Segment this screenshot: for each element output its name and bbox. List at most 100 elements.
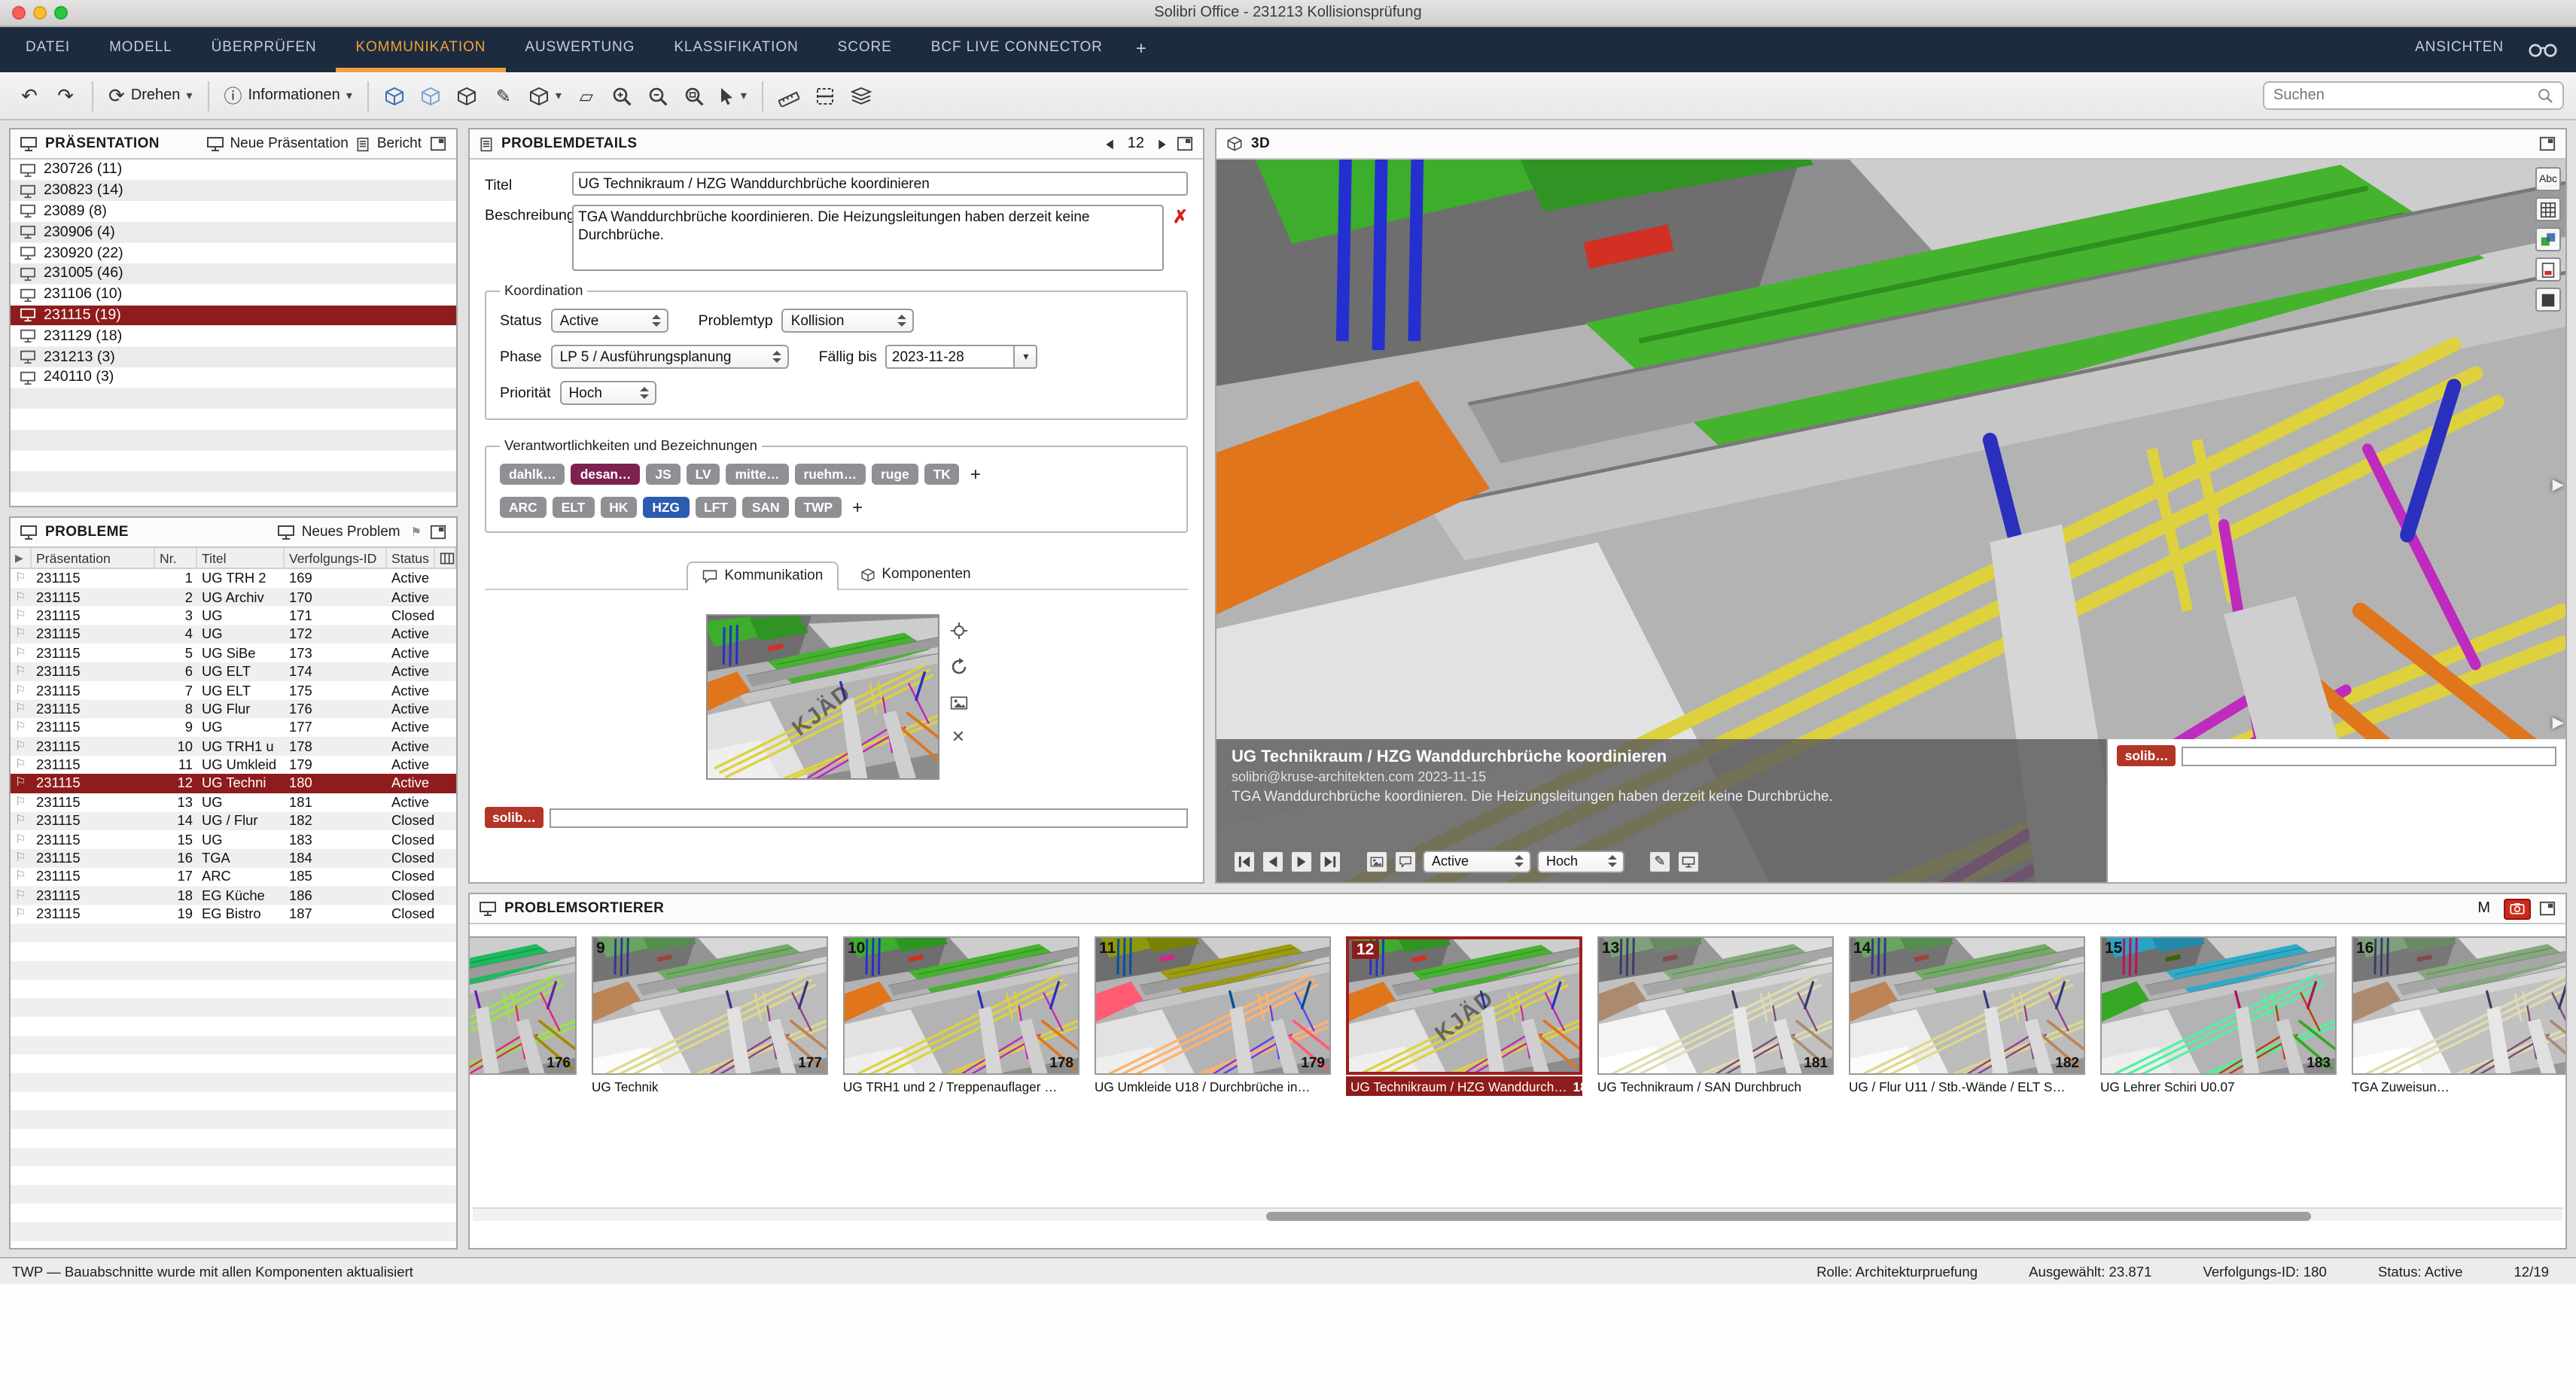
problem-row[interactable]: ⚐ 231115 15 UG 183 Closed [11, 830, 456, 849]
markup-button[interactable] [2535, 288, 2561, 312]
dimension-text-button[interactable]: Abc [2535, 167, 2561, 191]
beschreibung-textarea[interactable] [572, 205, 1164, 271]
scrollbar-thumb[interactable] [1267, 1211, 2312, 1220]
panel-menu-icon[interactable] [429, 135, 447, 152]
problem-card[interactable]: 13 181 UG Technikraum / SAN Durchbruch 1… [1597, 936, 1834, 1096]
edit-button[interactable]: ✎ [1649, 850, 1671, 872]
new-presentation-button[interactable]: Neue Präsentation [206, 135, 348, 152]
panel-menu-icon[interactable] [2538, 135, 2556, 152]
responsibility-tag[interactable]: dahlk… [500, 464, 565, 485]
problem-row[interactable]: ⚐ 231115 10 UG TRH1 u 178 Active [11, 737, 456, 756]
next-problem-button[interactable] [1290, 850, 1313, 872]
previous-problem-button[interactable] [1262, 850, 1284, 872]
due-date-dropdown-button[interactable]: ▾ [1015, 345, 1038, 369]
collapse-right-arrow[interactable]: ▶ [2553, 477, 2564, 494]
overlay-status-select[interactable]: Active [1423, 850, 1531, 872]
zoom-in-button[interactable] [605, 78, 640, 114]
discipline-tag[interactable]: ELT [553, 497, 595, 518]
problem-row[interactable]: ⚐ 231115 19 EG Bistro 187 Closed [11, 905, 456, 924]
problem-card[interactable]: 16 TGA Zuweisun… [2352, 936, 2565, 1096]
slide-button[interactable] [1366, 850, 1388, 872]
discipline-tag[interactable]: ARC [500, 497, 547, 518]
menu-item[interactable]: DATEI [6, 27, 90, 72]
flag-filter-button[interactable]: ⚑ [408, 526, 422, 538]
zoom-out-button[interactable] [641, 78, 676, 114]
comment-input[interactable] [550, 808, 1188, 827]
menu-item[interactable]: BCF LIVE CONNECTOR [912, 27, 1122, 72]
zoom-window-button[interactable] [54, 6, 68, 20]
praesentation-item[interactable]: 240110 (3) [11, 367, 456, 388]
praesentation-item[interactable]: 231213 (3) [11, 346, 456, 367]
component-tool-dropdown[interactable]: ▾ [522, 78, 568, 114]
report-button[interactable]: Bericht [356, 135, 422, 152]
comment-input[interactable] [2182, 746, 2556, 765]
mode-label[interactable]: M [2477, 900, 2490, 917]
minimize-window-button[interactable] [33, 6, 47, 20]
problem-thumbnail[interactable]: KJÄD [705, 614, 939, 780]
transparent-components-button[interactable] [450, 78, 485, 114]
panel-menu-icon[interactable] [2538, 900, 2556, 917]
problem-row[interactable]: ⚐ 231115 11 UG Umkleid 179 Active [11, 756, 456, 775]
problem-row[interactable]: ⚐ 231115 3 UG 171 Closed [11, 607, 456, 625]
column-titel[interactable]: Titel [197, 548, 285, 568]
problem-row[interactable]: ⚐ 231115 7 UG ELT 175 Active [11, 681, 456, 700]
praesentation-item[interactable]: 231106 (10) [11, 285, 456, 306]
praesentation-item[interactable]: 231129 (18) [11, 326, 456, 347]
problem-row[interactable]: ⚐ 231115 14 UG / Flur 182 Closed [11, 811, 456, 830]
problem-card[interactable]: 15 183 UG Lehrer Schiri U0.07 183 [2100, 936, 2337, 1096]
presentation-mode-button[interactable] [1677, 850, 1700, 872]
discipline-tag[interactable]: TWP [795, 497, 842, 518]
status-select[interactable]: Active [551, 309, 668, 333]
measure-tool-button[interactable] [772, 78, 807, 114]
zoom-area-button[interactable] [677, 78, 712, 114]
style-button[interactable]: ✎ [486, 78, 521, 114]
update-viewpoint-button[interactable] [949, 658, 967, 680]
solibri-goggles-icon[interactable] [2528, 41, 2558, 58]
praesentation-item[interactable]: 230906 (4) [11, 222, 456, 243]
menu-item[interactable]: MODELL [90, 27, 192, 72]
praesentation-item[interactable]: 23089 (8) [11, 201, 456, 222]
praesentation-item[interactable]: 230726 (11) [11, 160, 456, 181]
add-discipline-button[interactable]: + [848, 498, 867, 516]
discipline-tag[interactable]: HZG [643, 497, 689, 518]
due-date-input[interactable] [886, 345, 1015, 369]
responsibility-tag[interactable]: JS [646, 464, 680, 485]
problem-row[interactable]: ⚐ 231115 1 UG TRH 2 169 Active [11, 569, 456, 588]
responsibility-tag[interactable]: desan… [571, 464, 641, 485]
problem-card[interactable]: 176 176 [470, 936, 577, 1096]
discipline-tag[interactable]: LFT [695, 497, 737, 518]
pdf-export-button[interactable] [2535, 257, 2561, 282]
slab-tool-button[interactable]: ▱ [569, 78, 604, 114]
problem-card[interactable]: 11 179 UG Umkleide U18 / Durchbrüche in…… [1095, 936, 1331, 1096]
problem-row[interactable]: ⚐ 231115 2 UG Archiv 170 Active [11, 588, 456, 607]
praesentation-item[interactable]: 230823 (14) [11, 181, 456, 202]
responsibility-tag[interactable]: LV [687, 464, 720, 485]
problem-row[interactable]: ⚐ 231115 8 UG Flur 176 Active [11, 699, 456, 718]
responsibility-tag[interactable]: mitte… [726, 464, 789, 485]
previous-problem-button[interactable] [1104, 138, 1116, 150]
search-icon[interactable] [2537, 87, 2553, 104]
show-viewpoint-button[interactable] [949, 622, 967, 644]
panel-menu-icon[interactable] [429, 524, 447, 540]
add-responsibility-button[interactable]: + [966, 465, 985, 483]
column-praesentation[interactable]: Präsentation [32, 548, 155, 568]
collapse-bottom-arrow[interactable]: ▶ [2553, 715, 2564, 732]
titel-input[interactable] [572, 172, 1188, 196]
redo-button[interactable]: ↷ [48, 78, 83, 114]
praesentation-item[interactable]: 231005 (46) [11, 263, 456, 285]
panel-menu-icon[interactable] [1176, 135, 1194, 152]
show-components-button[interactable] [378, 78, 413, 114]
search-input[interactable] [2273, 87, 2531, 104]
problem-row[interactable]: ⚐ 231115 6 UG ELT 174 Active [11, 662, 456, 681]
responsibility-tag[interactable]: TK [924, 464, 960, 485]
problem-row[interactable]: ⚐ 231115 18 EG Küche 186 Closed [11, 886, 456, 905]
menu-item[interactable]: SCORE [818, 27, 912, 72]
problem-row[interactable]: ⚐ 231115 5 UG SiBe 173 Active [11, 644, 456, 662]
comment-button[interactable] [1394, 850, 1417, 872]
footprint-tool-button[interactable] [845, 78, 879, 114]
tab-kommunikation[interactable]: Kommunikation [687, 562, 838, 590]
problem-row[interactable]: ⚐ 231115 17 ARC 185 Closed [11, 868, 456, 887]
rotate-dropdown-button[interactable]: ⟳ Drehen ▾ [102, 78, 198, 114]
horizontal-scrollbar[interactable] [473, 1207, 2562, 1221]
viewport-3d[interactable]: Abc ▶ ▶ UG Technikraum / HZG Wanddurchbr… [1216, 160, 2565, 882]
